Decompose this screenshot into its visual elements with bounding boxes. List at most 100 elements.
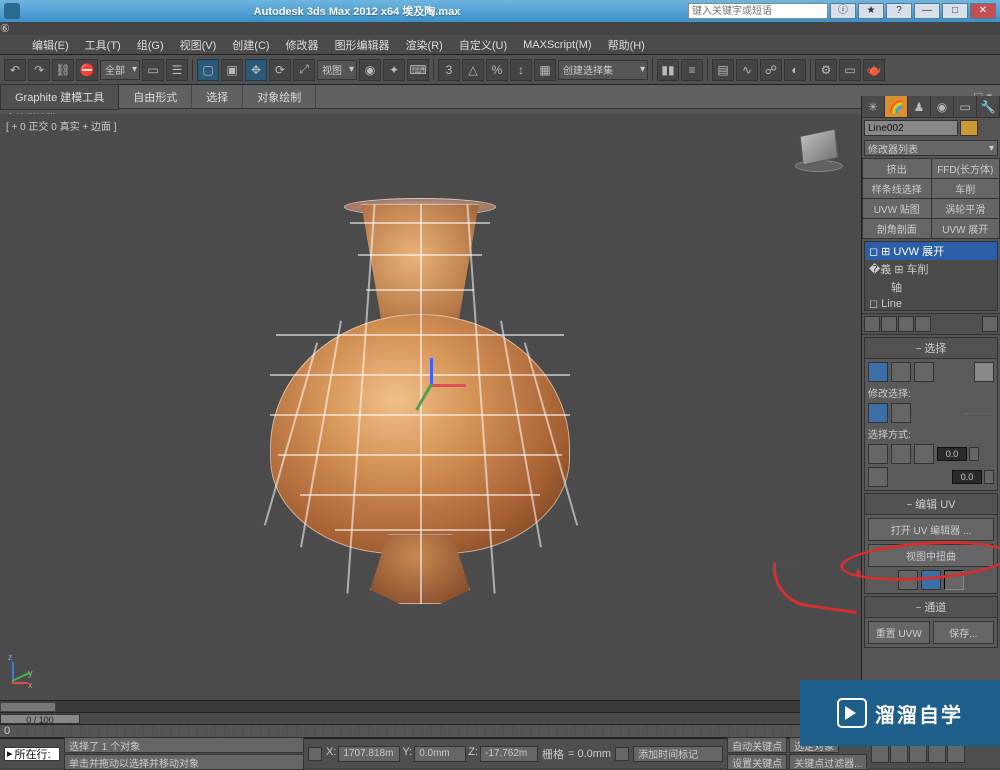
time-tag-icon[interactable] [615, 747, 629, 761]
angle-snap-icon[interactable]: △ [462, 59, 484, 81]
layer-manager-icon[interactable]: ▤ [712, 59, 734, 81]
preset-bevel-profile[interactable]: 剖角剖面 [863, 219, 931, 238]
maximize-button[interactable]: □ [942, 3, 968, 19]
rollout-edituv-header[interactable]: − 编辑 UV [865, 494, 997, 515]
reset-uvw-button[interactable]: 重置 UVW [868, 621, 930, 644]
play-icon[interactable] [909, 745, 927, 763]
scale-icon[interactable]: ⤢ [293, 59, 315, 81]
ribbon-tab-objectpaint[interactable]: 对象绘制 [243, 85, 316, 109]
viewport[interactable]: [ + 0 正交 0 真实 + 边面 ] [0, 114, 861, 700]
tab-modify-icon[interactable]: 🌈 [885, 96, 908, 117]
preset-ffd[interactable]: FFD(长方体) [932, 159, 1000, 178]
rect-select-icon[interactable]: ▢ [197, 59, 219, 81]
transform-gizmo[interactable] [410, 354, 470, 414]
material-editor-icon[interactable]: ◐ [784, 59, 806, 81]
menu-views[interactable]: 视图(V) [172, 37, 225, 53]
mirror-icon[interactable]: ▮▮ [657, 59, 679, 81]
remove-modifier-icon[interactable] [915, 316, 931, 332]
tab-create-icon[interactable]: ✳ [862, 96, 885, 117]
quick-planar-icon[interactable] [898, 570, 918, 590]
show-end-result-icon[interactable] [881, 316, 897, 332]
named-selection-dropdown[interactable]: 创建选择集 [558, 60, 648, 80]
snap-toggle-icon[interactable]: 3 [438, 59, 460, 81]
keyboard-shortcut-icon[interactable]: ⌨ [407, 59, 429, 81]
selection-lock-icon[interactable] [308, 747, 322, 761]
application-menu-button[interactable]: ⑥ [0, 22, 1000, 35]
subobj-vertex-icon[interactable] [868, 362, 888, 382]
menu-create[interactable]: 创建(C) [224, 37, 277, 53]
select-object-icon[interactable]: ▭ [142, 59, 164, 81]
rollout-channel-header[interactable]: − 通道 [865, 597, 997, 618]
goto-end-icon[interactable] [947, 745, 965, 763]
object-name-input[interactable] [864, 120, 958, 136]
add-time-tag[interactable]: 添加时间标记 [633, 746, 723, 762]
menu-modifiers[interactable]: 修改器 [278, 37, 327, 53]
menu-customize[interactable]: 自定义(U) [451, 37, 515, 53]
rollout-selection-header[interactable]: − 选择 [865, 338, 997, 359]
rotate-icon[interactable]: ⟳ [269, 59, 291, 81]
angle-spinner[interactable]: 0.0 [937, 447, 979, 461]
curve-editor-icon[interactable]: ∿ [736, 59, 758, 81]
coord-x-input[interactable]: 1707.818m [338, 746, 400, 762]
tab-display-icon[interactable]: ▭ [954, 96, 977, 117]
spinner-snap-icon[interactable]: ↕ [510, 59, 532, 81]
quick-cyl-icon[interactable] [944, 570, 964, 590]
tab-motion-icon[interactable]: ◉ [931, 96, 954, 117]
unlink-icon[interactable]: ⛔ [76, 59, 98, 81]
time-slider-knob[interactable]: 0 / 100 [0, 714, 80, 724]
stack-item-line[interactable]: ◻ Line [865, 296, 997, 311]
maxscript-row[interactable]: ▸所在行: [4, 747, 60, 761]
align-icon[interactable]: ≡ [681, 59, 703, 81]
subobj-edge-icon[interactable] [891, 362, 911, 382]
undo-icon[interactable]: ↶ [4, 59, 26, 81]
subobj-face-icon[interactable] [914, 362, 934, 382]
select-by-angle-icon[interactable] [891, 444, 911, 464]
ignore-backfacing-icon[interactable] [868, 444, 888, 464]
link-icon[interactable]: ⛓ [52, 59, 74, 81]
planar-angle-icon[interactable] [914, 444, 934, 464]
subobj-element-icon[interactable] [974, 362, 994, 382]
threshold-spinner[interactable]: 0.0 [952, 470, 994, 484]
next-frame-icon[interactable] [928, 745, 946, 763]
scene-object-vase[interactable] [240, 204, 600, 624]
select-by-name-icon[interactable]: ☰ [166, 59, 188, 81]
preset-spline-select[interactable]: 样条线选择 [863, 179, 931, 198]
point-to-point-icon[interactable] [868, 467, 888, 487]
close-button[interactable]: ✕ [970, 3, 996, 19]
object-color-swatch[interactable] [960, 120, 978, 136]
configure-sets-icon[interactable] [982, 316, 998, 332]
percent-snap-icon[interactable]: % [486, 59, 508, 81]
tweak-in-view-button[interactable]: 视图中扭曲 [868, 544, 994, 567]
preset-extrude[interactable]: 挤出 [863, 159, 931, 178]
coord-y-input[interactable]: 0.0mm [414, 746, 466, 762]
menu-edit[interactable]: 编辑(E) [24, 37, 77, 53]
pin-stack-icon[interactable] [864, 316, 880, 332]
star-button[interactable]: ★ [858, 3, 884, 19]
tab-utilities-icon[interactable]: 🔧 [977, 96, 1000, 117]
window-crossing-icon[interactable]: ▣ [221, 59, 243, 81]
render-frame-icon[interactable]: ▭ [839, 59, 861, 81]
info-button[interactable]: ⓘ [830, 3, 856, 19]
menu-group[interactable]: 组(G) [129, 37, 172, 53]
render-setup-icon[interactable]: ⚙ [815, 59, 837, 81]
viewport-scrollbar[interactable] [0, 700, 861, 712]
open-uv-editor-button[interactable]: 打开 UV 编辑器 ... [868, 518, 994, 541]
modifier-stack[interactable]: ◻ ⊞ UVW 展开 �義 ⊞ 车削 轴 ◻ Line [864, 241, 998, 311]
goto-start-icon[interactable] [871, 745, 889, 763]
preset-uvwmap[interactable]: UVW 贴图 [863, 199, 931, 218]
coord-z-input[interactable]: -17.762m [480, 746, 538, 762]
stack-item-lathe[interactable]: �義 ⊞ 车削 [865, 260, 997, 278]
tab-hierarchy-icon[interactable]: ♟ [908, 96, 931, 117]
ribbon-tab-selection[interactable]: 选择 [192, 85, 243, 109]
selection-filter-dropdown[interactable]: 全部 [100, 60, 140, 80]
stack-item-uvw-unwrap[interactable]: ◻ ⊞ UVW 展开 [865, 242, 997, 260]
redo-icon[interactable]: ↷ [28, 59, 50, 81]
menu-grapheditors[interactable]: 图形编辑器 [327, 37, 398, 53]
help-button[interactable]: ? [886, 3, 912, 19]
preset-turbosmooth[interactable]: 涡轮平滑 [932, 199, 1000, 218]
edged-faces-icon[interactable]: ▦ [534, 59, 556, 81]
time-slider[interactable]: 0 / 100 [0, 712, 861, 724]
manip-icon[interactable]: ✦ [383, 59, 405, 81]
help-search-input[interactable] [688, 3, 828, 19]
menu-maxscript[interactable]: MAXScript(M) [515, 39, 599, 51]
